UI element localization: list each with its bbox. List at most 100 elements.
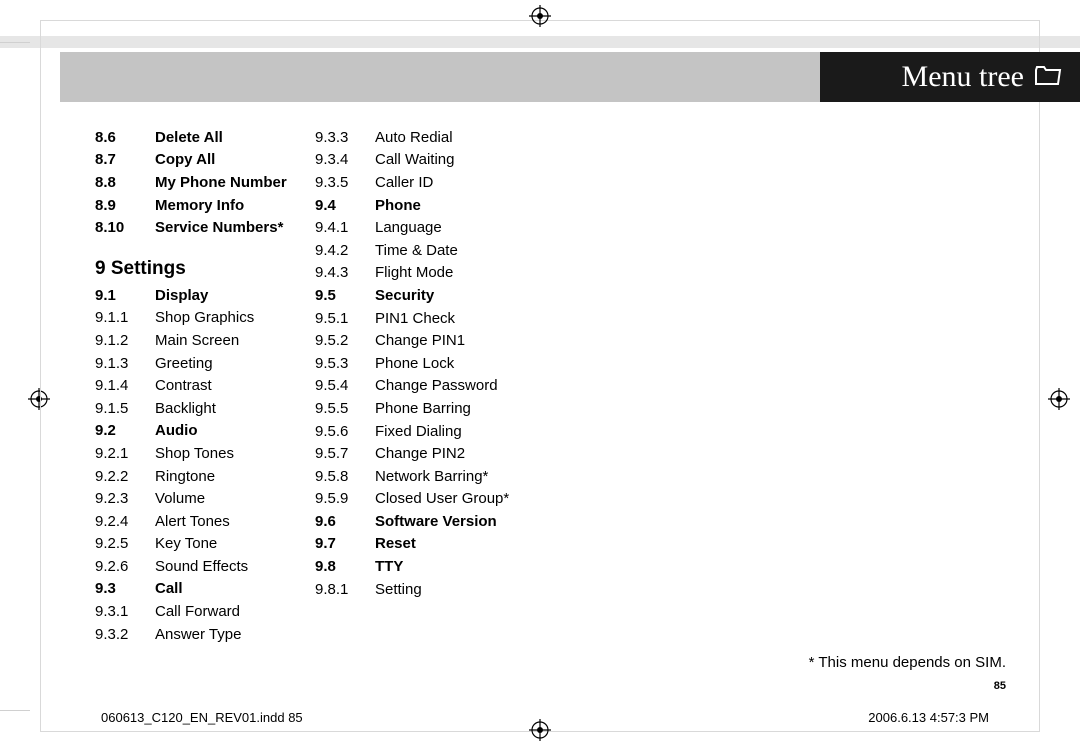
menu-number: 9.5.5 <box>315 401 375 416</box>
menu-number: 9.3.2 <box>95 627 155 642</box>
menu-label: Volume <box>155 491 315 506</box>
menu-label: Call <box>155 581 315 596</box>
menu-row: 9.2.2Ringtone <box>95 465 315 488</box>
menu-number: 9.2.5 <box>95 536 155 551</box>
menu-number: 9.4.2 <box>315 243 375 258</box>
menu-label: Alert Tones <box>155 514 315 529</box>
menu-row: 9.1.1Shop Graphics <box>95 307 315 330</box>
menu-label: Display <box>155 288 315 303</box>
column-2: 9.3.3Auto Redial9.3.4Call Waiting 9.3.5Ca… <box>315 126 575 645</box>
menu-number: 9.1.2 <box>95 333 155 348</box>
menu-number: 9.7 <box>315 536 375 551</box>
menu-label: Phone Lock <box>375 356 575 371</box>
menu-label: Copy All <box>155 152 315 167</box>
menu-row: 9.5.3Phone Lock <box>315 352 575 375</box>
menu-row: 9.8TTY <box>315 555 575 578</box>
menu-row: 9.3.5Caller ID <box>315 171 575 194</box>
menu-row: 9.5.6Fixed Dialing <box>315 420 575 443</box>
menu-label: Contrast <box>155 378 315 393</box>
menu-row: 9.1.3Greeting <box>95 352 315 375</box>
menu-row: 9.1.4Contrast <box>95 374 315 397</box>
menu-number: 8.6 <box>95 130 155 145</box>
menu-row: 9.5.9Closed User Group* <box>315 488 575 511</box>
page-number: 85 <box>994 680 1006 692</box>
footer-filename: 060613_C120_EN_REV01.indd 85 <box>101 710 303 725</box>
menu-number: 9.5.6 <box>315 424 375 439</box>
menu-label: Phone <box>375 198 575 213</box>
menu-label: PIN1 Check <box>375 311 575 326</box>
menu-label: Security <box>375 288 575 303</box>
menu-number: 9.5.8 <box>315 469 375 484</box>
menu-label: Ringtone <box>155 469 315 484</box>
menu-label: Phone Barring <box>375 401 575 416</box>
menu-label: Service Numbers* <box>155 220 315 235</box>
menu-row: 9.3.2Answer Type <box>95 623 315 646</box>
menu-label: Shop Graphics <box>155 310 315 325</box>
menu-label: Change PIN2 <box>375 446 575 461</box>
menu-row: 9.5.1PIN1 Check <box>315 307 575 330</box>
menu-label: Flight Mode <box>375 265 575 280</box>
column-1: 8.6Delete All8.7Copy All8.8My Phone Numb… <box>95 126 315 645</box>
menu-label: Greeting <box>155 356 315 371</box>
menu-number: 9.3.5 <box>315 175 375 190</box>
menu-number: 9.1.3 <box>95 356 155 371</box>
menu-label: Change Password <box>375 378 575 393</box>
crop-tick <box>0 710 30 711</box>
menu-number: 9.8 <box>315 559 375 574</box>
menu-label: Backlight <box>155 401 315 416</box>
menu-label: Key Tone <box>155 536 315 551</box>
registration-mark-bottom-icon <box>529 719 551 747</box>
menu-label: Memory Info <box>155 198 315 213</box>
menu-row: 9.1.5Backlight <box>95 397 315 420</box>
menu-number: 9.5.3 <box>315 356 375 371</box>
menu-row: 8.8My Phone Number <box>95 171 315 194</box>
menu-label: Reset <box>375 536 575 551</box>
header-band: Menu tree <box>60 52 1080 102</box>
menu-number: 9.3 <box>95 581 155 596</box>
menu-row: 9.7Reset <box>315 533 575 556</box>
menu-number: 9.2.2 <box>95 469 155 484</box>
menu-label: Closed User Group* <box>375 491 575 506</box>
menu-label: Call Waiting <box>375 152 575 167</box>
menu-label: Time & Date <box>375 243 575 258</box>
menu-row: 8.7Copy All <box>95 149 315 172</box>
menu-row: 9.6Software Version <box>315 510 575 533</box>
menu-label: Network Barring* <box>375 469 575 484</box>
menu-number: 8.10 <box>95 220 155 235</box>
menu-number: 9.3.3 <box>315 130 375 145</box>
menu-row: 9.2.6Sound Effects <box>95 555 315 578</box>
menu-number: 9.5.2 <box>315 333 375 348</box>
crop-tick <box>0 42 30 43</box>
footnote: * This menu depends on SIM. <box>809 654 1006 671</box>
menu-row: 9.3Call <box>95 578 315 601</box>
menu-label: Auto Redial <box>375 130 575 145</box>
menu-row: 9.2.3Volume <box>95 487 315 510</box>
menu-number: 9.5 <box>315 288 375 303</box>
menu-label: Fixed Dialing <box>375 424 575 439</box>
menu-number: 9.6 <box>315 514 375 529</box>
menu-number: 9.2.1 <box>95 446 155 461</box>
menu-number: 9.5.9 <box>315 491 375 506</box>
registration-mark-top-icon <box>529 5 551 33</box>
menu-row: 9.5.2Change PIN1 <box>315 329 575 352</box>
menu-row: 9.4.1Language <box>315 216 575 239</box>
menu-number: 8.9 <box>95 198 155 213</box>
menu-row: 9.4Phone <box>315 194 575 217</box>
menu-label: Software Version <box>375 514 575 529</box>
menu-number: 9.3.4 <box>315 152 375 167</box>
menu-label: Main Screen <box>155 333 315 348</box>
menu-row: 8.6Delete All <box>95 126 315 149</box>
menu-number: 9.2.3 <box>95 491 155 506</box>
section-heading: 9 Settings <box>95 259 315 278</box>
menu-label: Setting <box>375 582 575 597</box>
menu-number: 9.8.1 <box>315 582 375 597</box>
menu-number: 9.1.5 <box>95 401 155 416</box>
menu-row: 9.5.7Change PIN2 <box>315 442 575 465</box>
menu-row: 9.5.4Change Password <box>315 375 575 398</box>
page-title: Menu tree <box>902 60 1024 94</box>
menu-number: 9.1.1 <box>95 310 155 325</box>
menu-label: TTY <box>375 559 575 574</box>
menu-label: Shop Tones <box>155 446 315 461</box>
menu-row: 8.10Service Numbers* <box>95 216 315 239</box>
menu-label: Sound Effects <box>155 559 315 574</box>
